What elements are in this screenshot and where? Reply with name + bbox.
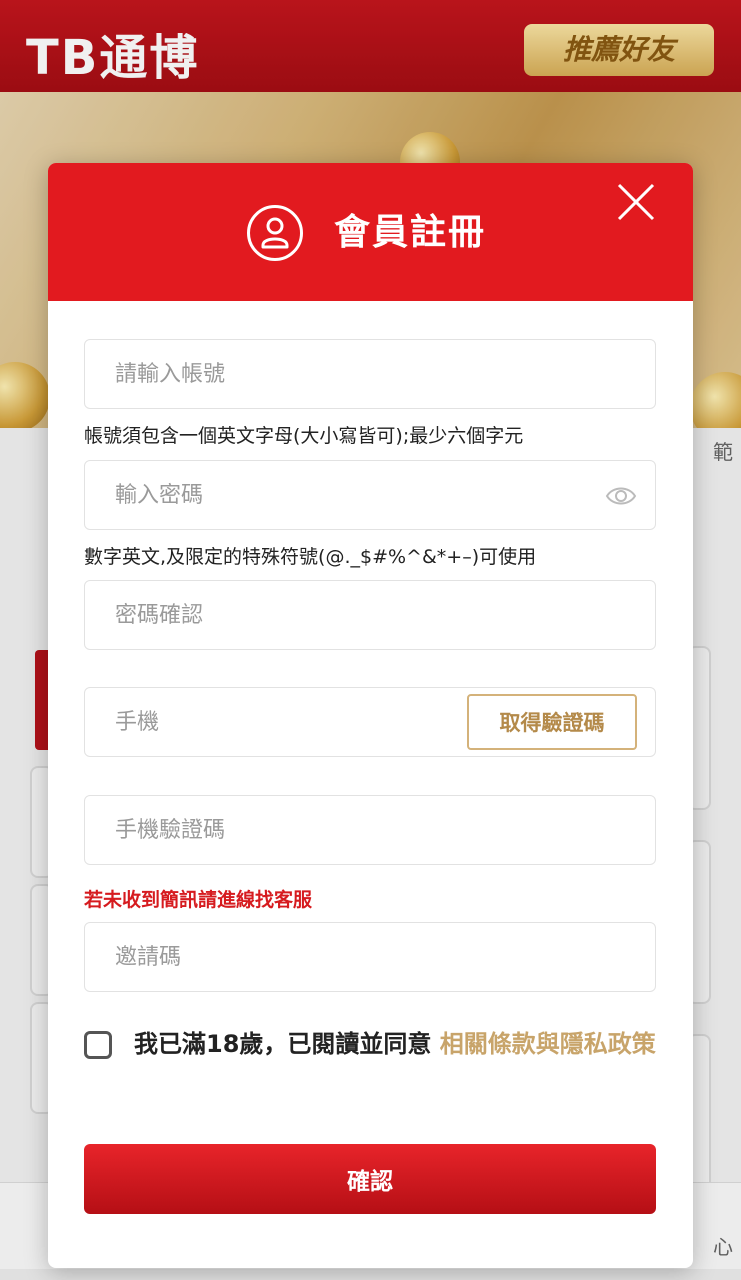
account-field: [84, 339, 656, 409]
agree-checkbox[interactable]: [84, 1031, 112, 1059]
confirm-password-field: [84, 580, 656, 650]
invite-code-input[interactable]: [85, 923, 655, 991]
phone-field: 取得驗證碼: [84, 687, 656, 757]
account-input[interactable]: [85, 340, 655, 408]
terms-link[interactable]: 相關條款與隱私政策: [440, 1030, 656, 1058]
password-hint: 數字英文,及限定的特殊符號(@._$#%^&*+–)可使用: [84, 546, 537, 568]
confirm-button[interactable]: 確認: [84, 1144, 656, 1214]
sms-code-input[interactable]: [85, 796, 655, 864]
sms-code-field: [84, 795, 656, 865]
eye-icon[interactable]: [605, 483, 637, 509]
get-code-button[interactable]: 取得驗證碼: [467, 694, 637, 750]
agreement-label: 我已滿18歲，已閱讀並同意: [134, 1030, 440, 1058]
agreement-text: 我已滿18歲，已閱讀並同意 相關條款與隱私政策: [134, 1025, 659, 1063]
password-field: [84, 460, 656, 530]
confirm-password-input[interactable]: [85, 581, 655, 649]
sms-hint: 若未收到簡訊請進線找客服: [84, 889, 313, 911]
modal-header: 會員註冊: [48, 163, 693, 301]
account-hint: 帳號須包含一個英文字母(大小寫皆可);最少六個字元: [84, 425, 524, 447]
register-modal: 會員註冊 帳號須包含一個英文字母(大小寫皆可);最少六個字元 數字英文,及限定的…: [48, 163, 693, 1268]
user-icon: [247, 205, 303, 261]
close-icon[interactable]: [615, 181, 657, 223]
password-input[interactable]: [85, 461, 655, 529]
invite-code-field: [84, 922, 656, 992]
modal-title: 會員註冊: [334, 212, 487, 253]
